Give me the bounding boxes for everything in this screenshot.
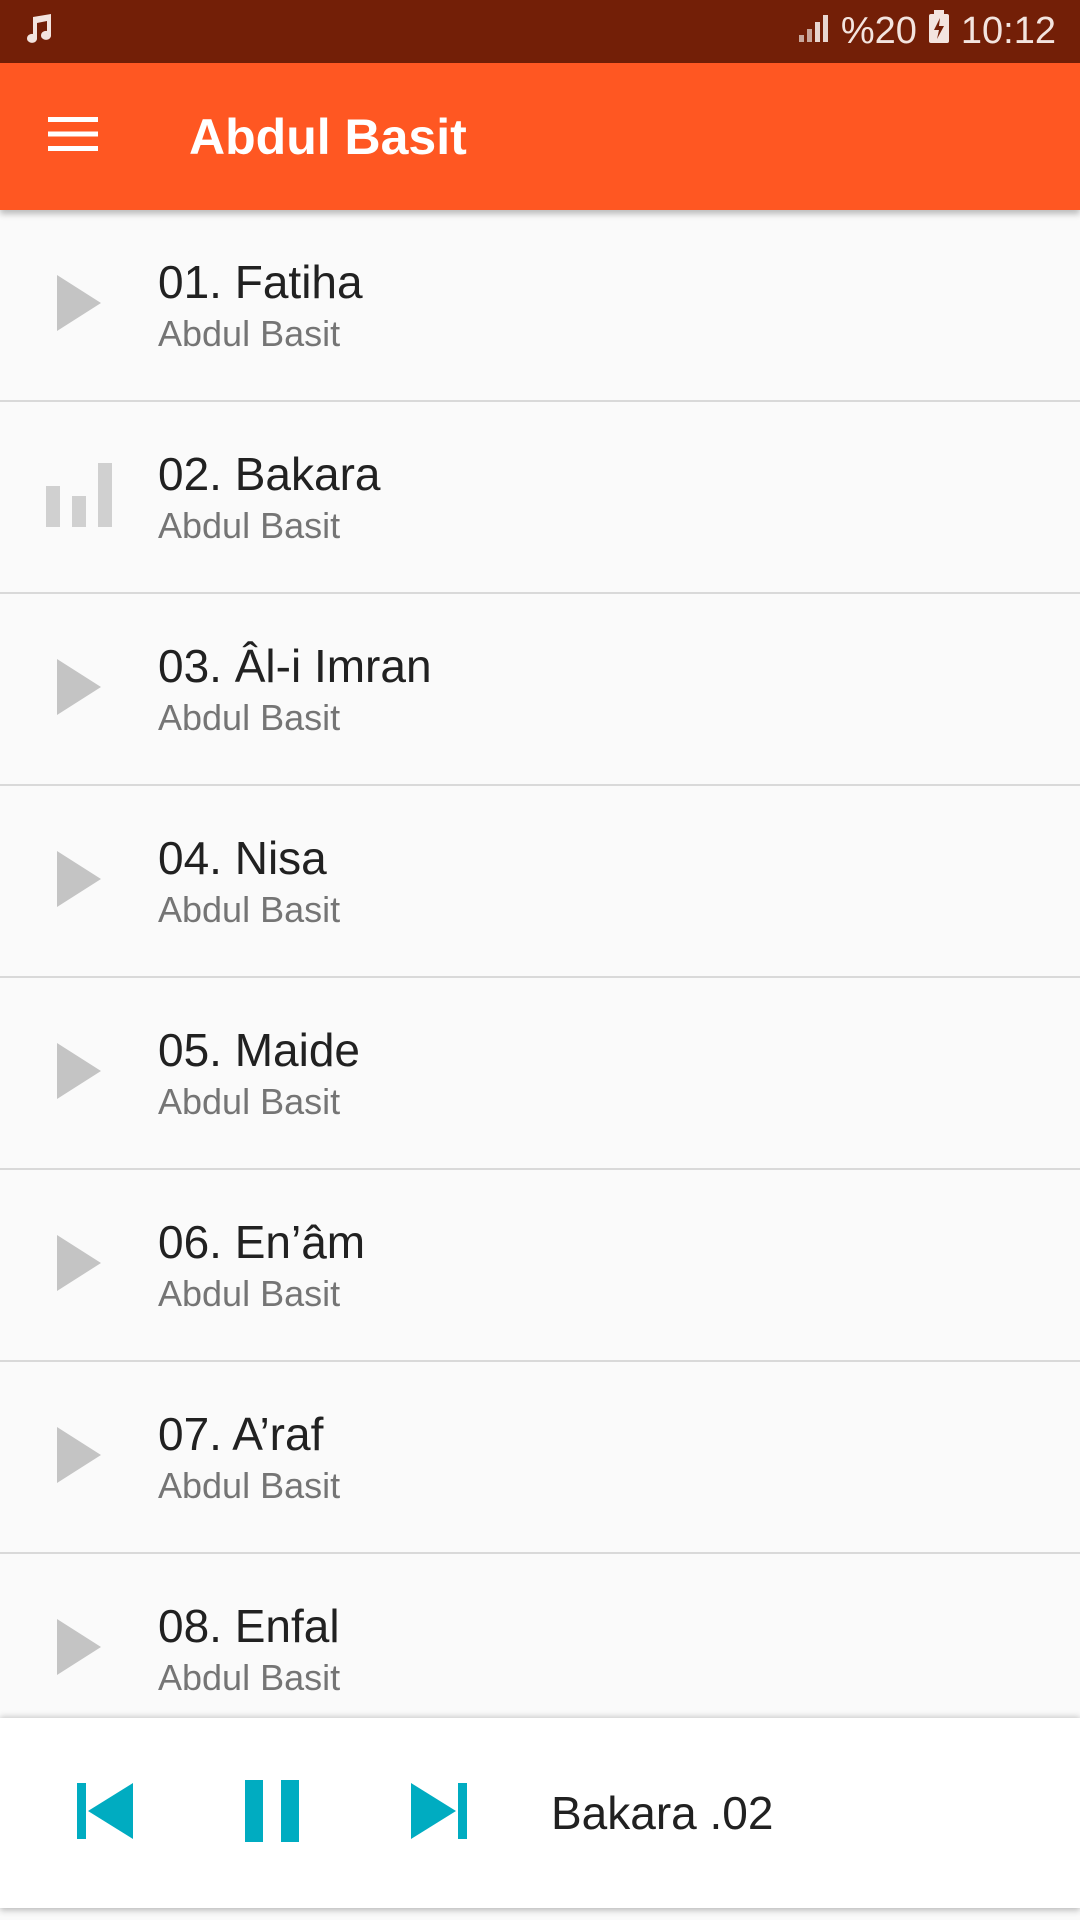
skip-previous-icon xyxy=(77,1782,133,1844)
menu-button[interactable] xyxy=(0,63,146,210)
track-item[interactable]: 02. Bakara Abdul Basit xyxy=(0,402,1080,594)
track-item[interactable]: 05. Maide Abdul Basit xyxy=(0,978,1080,1170)
track-item[interactable]: 07. A’raf Abdul Basit xyxy=(0,1362,1080,1554)
track-artist: Abdul Basit xyxy=(158,1465,341,1506)
track-list: 01. Fatiha Abdul Basit 02. Bakara Abdul … xyxy=(0,210,1080,1746)
track-title: 02. Bakara xyxy=(158,448,381,500)
play-icon xyxy=(57,1618,101,1680)
track-artist: Abdul Basit xyxy=(158,505,341,546)
pause-button[interactable] xyxy=(217,1758,327,1868)
status-bar: %20 10:12 xyxy=(0,0,1080,63)
previous-button[interactable] xyxy=(50,1758,160,1868)
play-icon xyxy=(57,274,101,336)
track-artist: Abdul Basit xyxy=(158,697,341,738)
track-item[interactable]: 03. Âl-i Imran Abdul Basit xyxy=(0,594,1080,786)
track-artist: Abdul Basit xyxy=(158,1657,341,1698)
player-bar: Bakara .02 xyxy=(0,1718,1080,1908)
track-item[interactable]: 01. Fatiha Abdul Basit xyxy=(0,210,1080,402)
hamburger-menu-icon xyxy=(48,116,98,157)
track-artist: Abdul Basit xyxy=(158,1081,341,1122)
track-title: 03. Âl-i Imran xyxy=(158,640,432,692)
track-title: 05. Maide xyxy=(158,1024,361,1076)
track-title: 04. Nisa xyxy=(158,832,327,884)
now-playing-bars-icon xyxy=(46,462,112,532)
track-item[interactable]: 06. En’âm Abdul Basit xyxy=(0,1170,1080,1362)
skip-next-icon xyxy=(411,1782,467,1844)
now-playing-title: Bakara .02 xyxy=(551,1787,774,1839)
track-title: 01. Fatiha xyxy=(158,256,363,308)
play-icon xyxy=(57,1042,101,1104)
battery-charging-icon xyxy=(927,9,951,55)
track-title: 08. Enfal xyxy=(158,1600,340,1652)
battery-percent: %20 xyxy=(840,10,917,52)
track-item[interactable]: 04. Nisa Abdul Basit xyxy=(0,786,1080,978)
page-title: Abdul Basit xyxy=(189,108,467,165)
pause-icon xyxy=(245,1779,299,1847)
signal-icon xyxy=(797,10,831,53)
clock: 10:12 xyxy=(960,10,1056,52)
track-artist: Abdul Basit xyxy=(158,889,341,930)
music-note-icon xyxy=(24,13,54,50)
next-button[interactable] xyxy=(384,1758,494,1868)
play-icon xyxy=(57,1426,101,1488)
track-title: 07. A’raf xyxy=(158,1408,324,1460)
app-bar: Abdul Basit xyxy=(0,63,1080,210)
play-icon xyxy=(57,1234,101,1296)
track-title: 06. En’âm xyxy=(158,1216,366,1268)
track-artist: Abdul Basit xyxy=(158,1273,341,1314)
play-icon xyxy=(57,658,101,720)
track-artist: Abdul Basit xyxy=(158,313,341,354)
play-icon xyxy=(57,850,101,912)
